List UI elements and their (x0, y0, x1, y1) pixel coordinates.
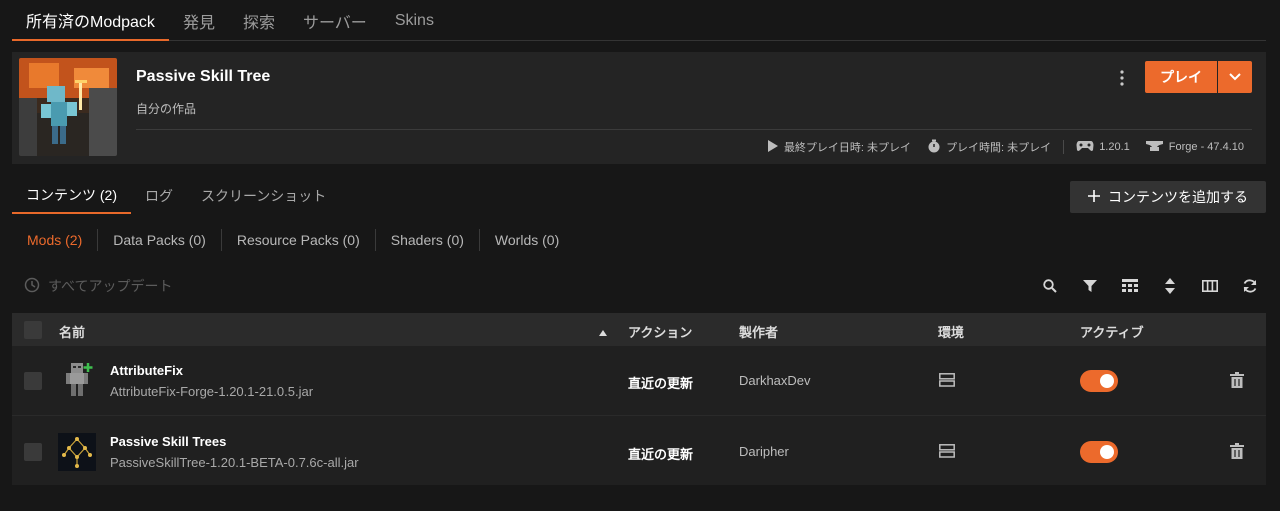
play-icon (767, 139, 779, 156)
tab-screenshots[interactable]: スクリーンショット (187, 178, 340, 214)
sort-icon[interactable] (1158, 275, 1182, 297)
filter-icon[interactable] (1078, 275, 1102, 297)
tab-explore[interactable]: 探索 (229, 0, 289, 41)
tab-servers[interactable]: サーバー (289, 0, 381, 41)
toggle-knob (1100, 374, 1114, 388)
modpack-title: Passive Skill Tree (136, 68, 271, 85)
mod-name[interactable]: AttributeFix (110, 363, 183, 378)
table-header: 名前 アクション 製作者 環境 アクティブ (12, 313, 1266, 346)
play-time-text: プレイ時間: 未プレイ (946, 142, 1052, 154)
filter-mods[interactable]: Mods (2) (12, 229, 97, 251)
tab-logs[interactable]: ログ (131, 178, 187, 214)
table-row[interactable]: Passive Skill Trees PassiveSkillTree-1.2… (12, 415, 1266, 484)
update-all-button[interactable]: すべてアップデート (24, 276, 172, 296)
tab-skins[interactable]: Skins (381, 0, 448, 41)
refresh-icon[interactable] (1238, 275, 1262, 297)
trash-icon[interactable] (1230, 443, 1246, 461)
server-icon (939, 444, 955, 461)
header-action[interactable]: アクション (628, 322, 692, 341)
game-version: 1.20.1 (1068, 140, 1138, 155)
mod-action[interactable]: 直近の更新 (628, 373, 693, 392)
top-navigation: 所有済のModpack 発見 探索 サーバー Skins (12, 0, 1266, 41)
modpack-thumbnail (19, 58, 117, 156)
server-icon (939, 373, 955, 390)
add-content-label: コンテンツを追加する (1108, 189, 1248, 205)
toggle-knob (1100, 445, 1114, 459)
meta-separator (1063, 140, 1065, 154)
modpack-meta: 最終プレイ日時: 未プレイ プレイ時間: 未プレイ 1.20.1 Forge -… (759, 138, 1252, 156)
modpack-subtitle: 自分の作品 (136, 102, 197, 116)
tab-contents[interactable]: コンテンツ (2) (12, 178, 131, 214)
columns-icon[interactable] (1198, 275, 1222, 297)
history-icon (24, 277, 40, 296)
add-content-button[interactable]: コンテンツを追加する (1070, 181, 1266, 213)
active-toggle[interactable] (1080, 441, 1118, 463)
header-active[interactable]: アクティブ (1080, 322, 1144, 341)
content-type-filters: Mods (2) Data Packs (0) Resource Packs (… (12, 228, 574, 252)
play-time: プレイ時間: 未プレイ (919, 139, 1059, 156)
filter-resource-packs[interactable]: Resource Packs (0) (220, 229, 375, 251)
stopwatch-icon (927, 139, 941, 156)
header-author[interactable]: 製作者 (739, 322, 778, 341)
active-toggle[interactable] (1080, 370, 1118, 392)
divider (136, 129, 1252, 130)
mod-name[interactable]: Passive Skill Trees (110, 434, 226, 449)
last-played-text: 最終プレイ日時: 未プレイ (783, 142, 912, 154)
tab-owned-modpacks[interactable]: 所有済のModpack (12, 0, 169, 41)
plus-icon (1088, 189, 1100, 205)
modpack-header-card: Passive Skill Tree 自分の作品 プレイ 最終プレイ日時: 未プ… (12, 52, 1266, 164)
anvil-icon (1145, 140, 1164, 155)
mod-loader-text: Forge - 47.4.10 (1168, 141, 1244, 153)
passive-skill-trees-mod-icon (58, 433, 96, 471)
mod-file-name: PassiveSkillTree-1.20.1-BETA-0.7.6c-all.… (110, 455, 359, 470)
filter-worlds[interactable]: Worlds (0) (478, 229, 574, 251)
update-all-label: すべてアップデート (48, 278, 173, 294)
trash-icon[interactable] (1230, 372, 1246, 390)
play-options-button[interactable] (1218, 61, 1252, 93)
mod-action[interactable]: 直近の更新 (628, 444, 693, 463)
row-checkbox[interactable] (24, 443, 42, 461)
more-vertical-icon[interactable] (1110, 66, 1134, 90)
filter-shaders[interactable]: Shaders (0) (374, 229, 479, 251)
play-button[interactable]: プレイ (1145, 61, 1217, 93)
mod-file-name: AttributeFix-Forge-1.20.1-21.0.5.jar (110, 384, 314, 399)
row-checkbox[interactable] (24, 372, 42, 390)
chevron-down-icon (1229, 68, 1241, 86)
gamepad-icon (1076, 140, 1094, 155)
filter-data-packs[interactable]: Data Packs (0) (97, 229, 221, 251)
table-row[interactable]: AttributeFix AttributeFix-Forge-1.20.1-2… (12, 346, 1266, 415)
mods-table: 名前 アクション 製作者 環境 アクティブ AttributeFix Attri… (12, 313, 1266, 485)
tab-discover[interactable]: 発見 (169, 0, 229, 41)
header-name[interactable]: 名前 (59, 322, 85, 341)
sort-asc-icon[interactable] (599, 324, 607, 339)
grid-icon[interactable] (1118, 275, 1142, 297)
game-version-text: 1.20.1 (1099, 141, 1130, 153)
search-icon[interactable] (1038, 275, 1062, 297)
attributefix-mod-icon (58, 361, 96, 399)
content-tabs: コンテンツ (2) ログ スクリーンショット (12, 178, 340, 214)
select-all-checkbox[interactable] (24, 321, 42, 339)
table-toolbar (1038, 275, 1262, 297)
mod-author[interactable]: DarkhaxDev (739, 373, 811, 388)
header-environment[interactable]: 環境 (938, 322, 964, 341)
mod-author[interactable]: Daripher (739, 444, 789, 459)
mod-loader: Forge - 47.4.10 (1138, 140, 1252, 155)
last-played: 最終プレイ日時: 未プレイ (759, 139, 919, 156)
